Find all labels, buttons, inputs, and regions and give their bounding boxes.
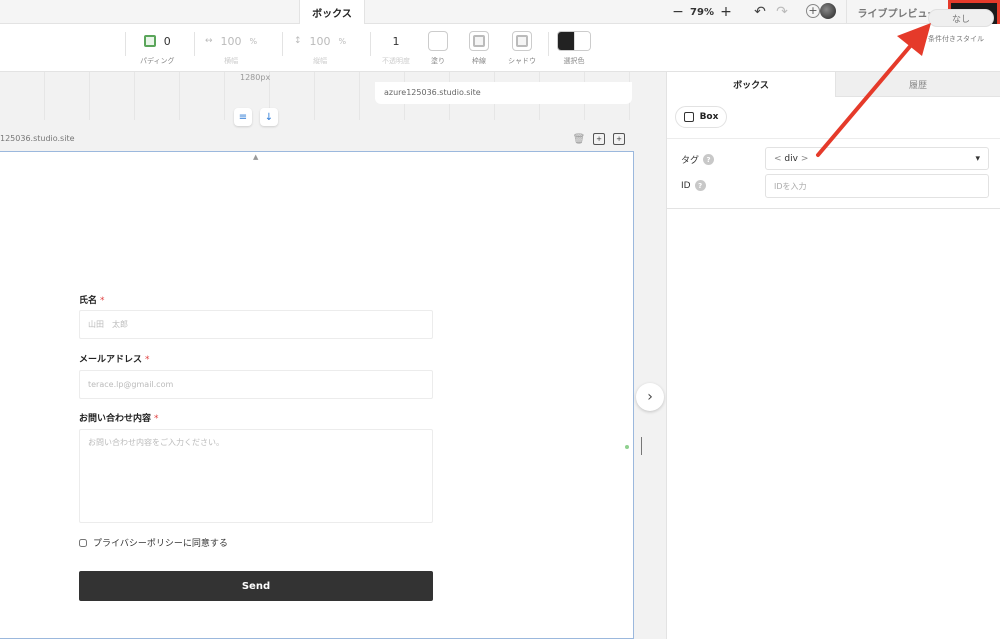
width-value[interactable]: 100: [221, 35, 242, 48]
breakpoint-icon[interactable]: ≡: [234, 108, 252, 126]
zoom-out-button[interactable]: −: [668, 2, 688, 22]
selection-color-control[interactable]: 選択色: [557, 30, 591, 66]
toolbar-divider: [194, 32, 195, 56]
tab-history[interactable]: 履歴: [835, 72, 1000, 97]
redo-icon[interactable]: ↷: [772, 2, 792, 22]
tag-label: タグ: [681, 156, 700, 166]
divider: [667, 138, 1000, 139]
property-toolbar: 0 パディング ↔ 100 % 横幅 ↕ 100 % 縦幅 1 不透明度 塗り …: [0, 24, 1000, 72]
arrow-down-icon[interactable]: ↓: [260, 108, 278, 126]
padding-control[interactable]: 0 パディング: [140, 30, 175, 66]
email-label-text: メールアドレス: [79, 355, 143, 365]
opacity-value[interactable]: 1: [393, 35, 400, 48]
toolbar-divider: [125, 32, 126, 56]
border-icon[interactable]: [469, 31, 489, 51]
add-collaborator-icon[interactable]: +: [806, 4, 820, 18]
fill-label: 塗り: [431, 57, 445, 65]
name-label-text: 氏名: [79, 296, 98, 306]
zoom-level[interactable]: 79%: [688, 7, 716, 18]
chevron-right-icon[interactable]: ›: [636, 383, 664, 411]
border-label: 枠線: [472, 57, 486, 65]
id-label: ID: [681, 180, 691, 191]
conditional-style-label: 条件付きスタイル: [928, 35, 984, 43]
message-label: お問い合わせ内容 *: [79, 411, 159, 424]
required-mark: *: [100, 296, 105, 306]
toolbar-divider: [548, 32, 549, 56]
height-control[interactable]: ↕ 100 % 縦幅: [294, 30, 346, 66]
height-unit[interactable]: %: [339, 37, 347, 46]
tag-field-label: タグ ?: [681, 153, 715, 166]
width-label: 横幅: [224, 57, 239, 65]
selection-color-swatch[interactable]: [557, 31, 591, 51]
privacy-label: プライバシーポリシーに同意する: [93, 539, 228, 549]
site-label: 125036.studio.site: [0, 134, 75, 143]
breakpoint-width-label: 1280px: [240, 73, 271, 82]
opacity-label: 不透明度: [382, 57, 410, 65]
side-handle[interactable]: [625, 445, 629, 449]
element-type-chip[interactable]: Box: [675, 106, 727, 128]
resize-handle[interactable]: ▲: [253, 153, 258, 161]
element-type-label: Box: [699, 112, 719, 122]
trash-icon[interactable]: 🗑: [573, 133, 586, 145]
email-input[interactable]: [79, 370, 433, 399]
shadow-icon[interactable]: [512, 31, 532, 51]
zoom-controls: − 79% +: [668, 0, 736, 24]
padding-value[interactable]: 0: [164, 35, 171, 48]
fill-control[interactable]: 塗り: [428, 30, 448, 66]
height-arrows-icon: ↕: [294, 36, 302, 46]
height-label: 縦幅: [313, 57, 328, 65]
divider: [667, 208, 1000, 209]
name-input[interactable]: [79, 310, 433, 339]
required-mark: *: [145, 355, 150, 365]
message-label-text: お問い合わせ内容: [79, 414, 152, 424]
preview-url[interactable]: azure125036.studio.site: [375, 82, 632, 104]
conditional-style-toggle[interactable]: なし: [928, 9, 994, 27]
box-icon: [683, 112, 694, 122]
caret-down-icon: ▾: [975, 153, 980, 164]
privacy-checkbox[interactable]: [79, 538, 87, 547]
width-control[interactable]: ↔ 100 % 横幅: [205, 30, 257, 66]
selection-color-label: 選択色: [563, 57, 585, 65]
opacity-control[interactable]: 1 不透明度: [382, 30, 410, 66]
name-label: 氏名 *: [79, 293, 105, 306]
border-control[interactable]: 枠線: [469, 30, 489, 66]
message-textarea[interactable]: [79, 429, 433, 523]
duplicate-icon[interactable]: +: [593, 133, 605, 145]
undo-icon[interactable]: ↶: [750, 2, 770, 22]
tab-box[interactable]: ボックス: [299, 0, 365, 24]
zoom-in-button[interactable]: +: [716, 2, 736, 22]
avatar[interactable]: [820, 3, 836, 19]
send-button[interactable]: Send: [79, 571, 433, 601]
shadow-control[interactable]: シャドウ: [508, 30, 536, 66]
fill-swatch[interactable]: [428, 31, 448, 51]
width-unit[interactable]: %: [250, 37, 258, 46]
resize-bar[interactable]: [641, 437, 642, 455]
id-input[interactable]: [765, 174, 989, 198]
privacy-consent[interactable]: プライバシーポリシーに同意する: [79, 536, 228, 549]
email-label: メールアドレス *: [79, 352, 150, 365]
shadow-label: シャドウ: [508, 57, 536, 65]
tab-box-properties[interactable]: ボックス: [667, 72, 835, 97]
padding-label: パディング: [140, 57, 175, 65]
required-mark: *: [154, 414, 159, 424]
padding-icon: [143, 35, 156, 47]
help-icon[interactable]: ?: [694, 180, 706, 191]
help-icon[interactable]: ?: [703, 154, 715, 165]
toolbar-divider: [370, 32, 371, 56]
width-arrows-icon: ↔: [205, 36, 213, 46]
height-value[interactable]: 100: [310, 35, 331, 48]
tag-value: div: [784, 153, 798, 164]
id-field-label: ID ?: [681, 180, 706, 191]
toolbar-divider: [282, 32, 283, 56]
tag-select[interactable]: < div > ▾: [765, 147, 989, 170]
add-page-icon[interactable]: +: [613, 133, 625, 145]
